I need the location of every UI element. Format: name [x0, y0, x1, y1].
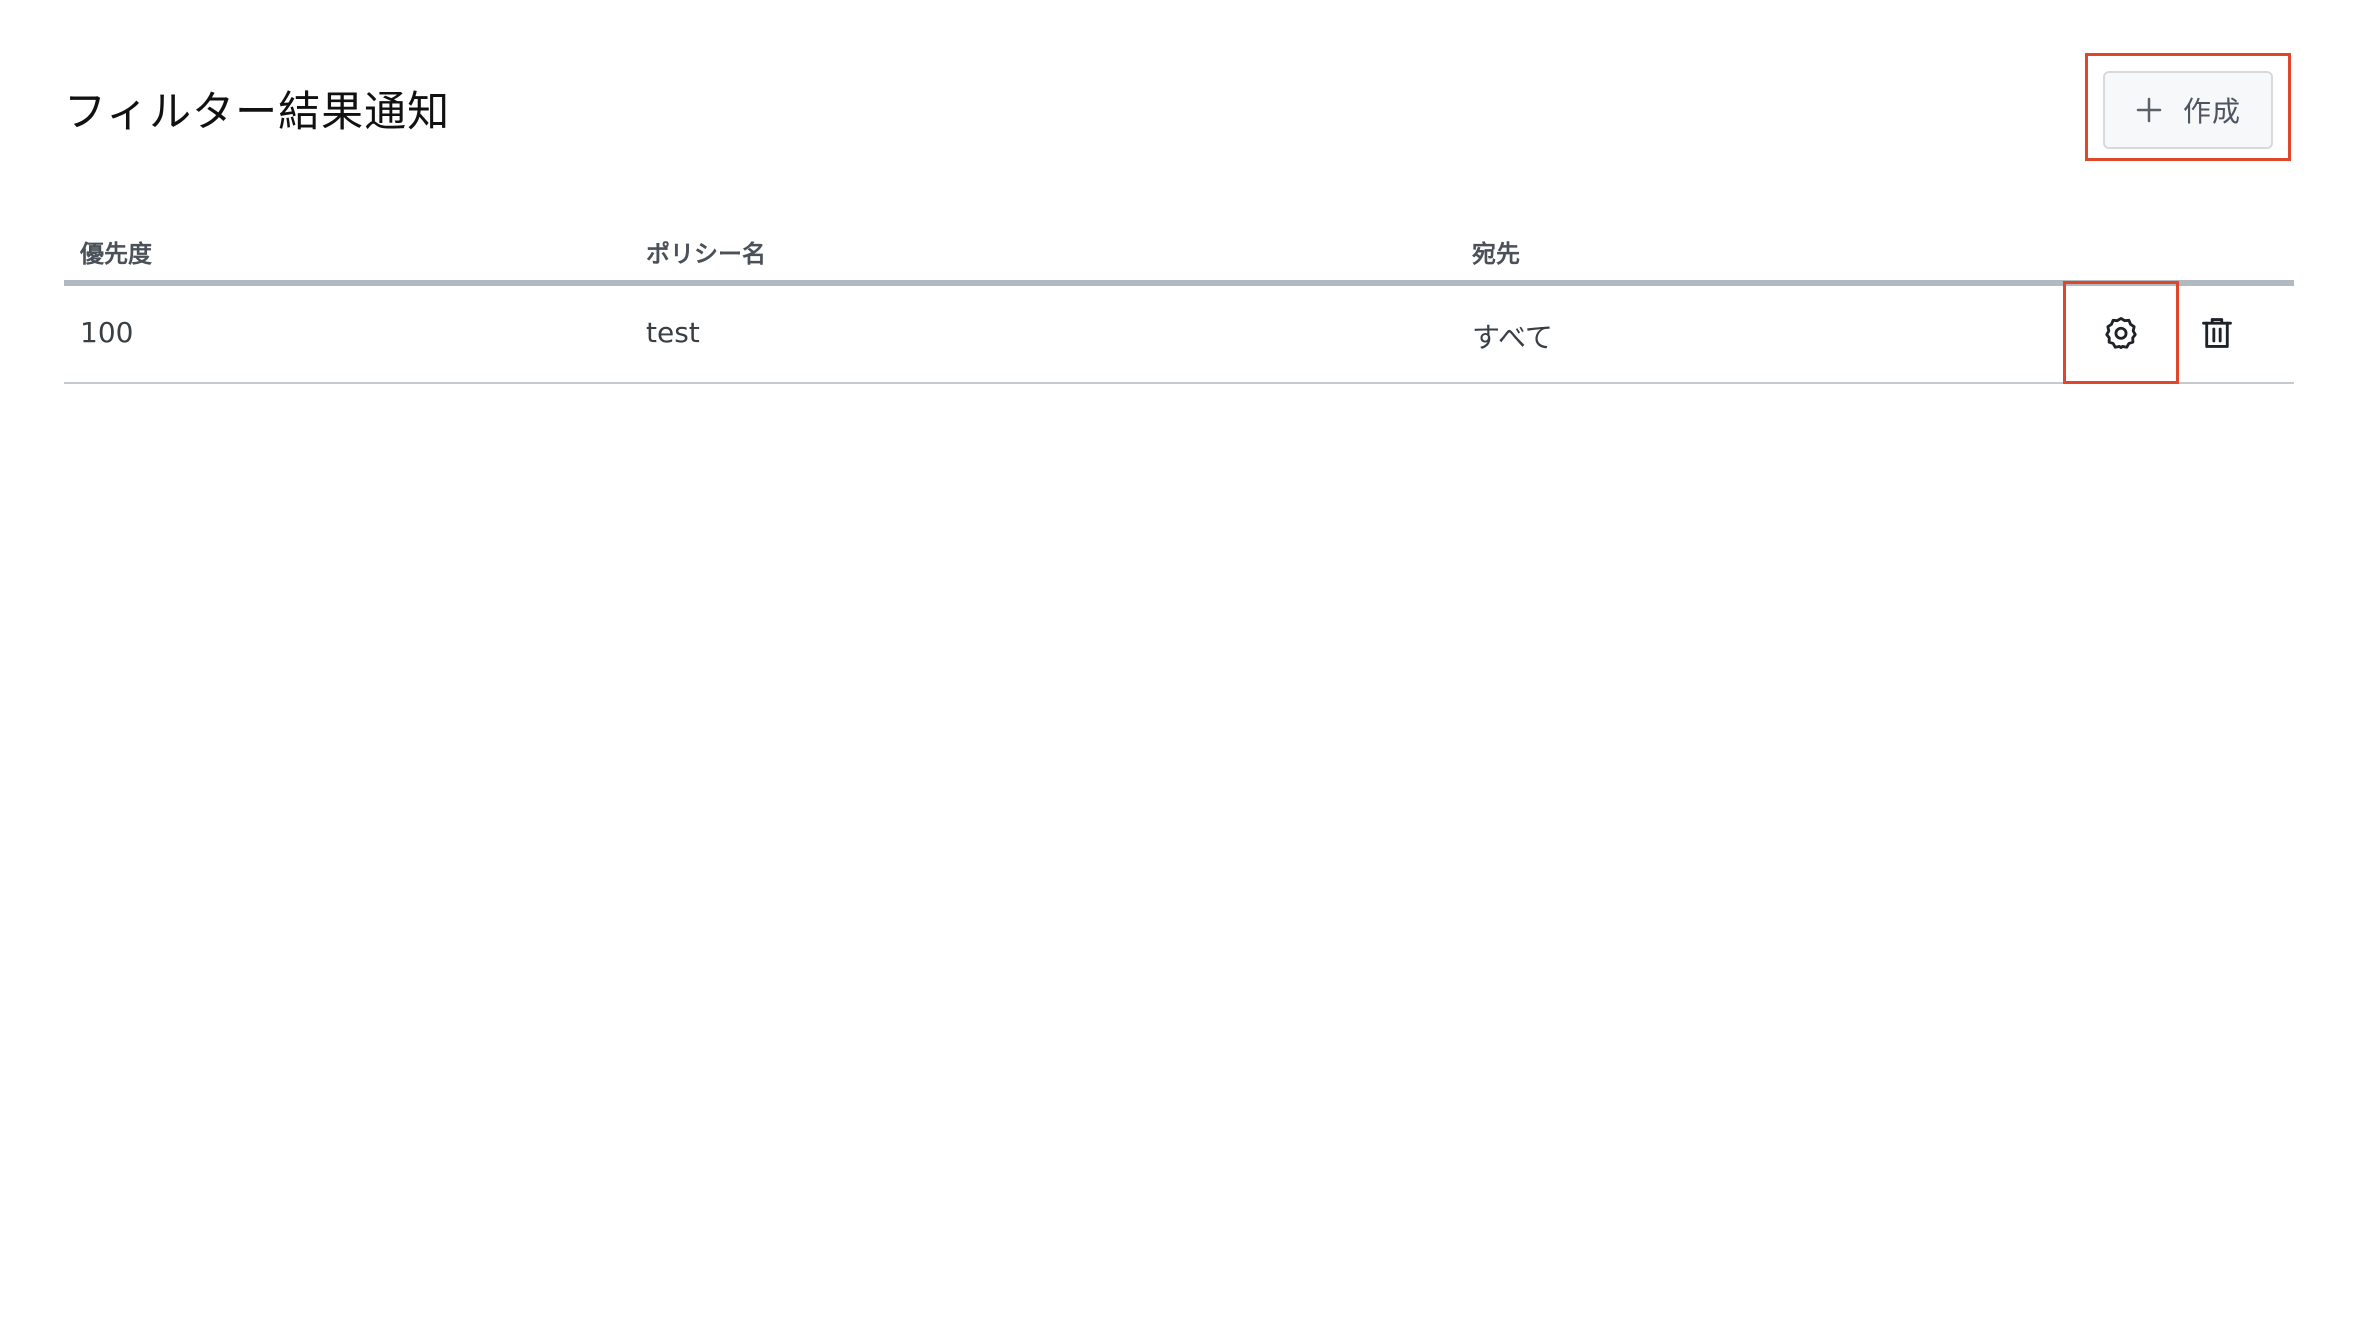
column-header-policy-name[interactable]: ポリシー名 — [646, 234, 766, 269]
filter-notification-page: フィルター結果通知 作成 優先度 ポリシー名 宛先 100 test すべて — [0, 0, 2358, 1318]
cell-priority: 100 — [80, 316, 134, 349]
table-header: 優先度 ポリシー名 宛先 — [64, 220, 2294, 286]
create-button-label: 作成 — [2182, 95, 2241, 128]
trash-icon — [2202, 318, 2232, 348]
table-row[interactable]: 100 test すべて — [64, 281, 2294, 384]
settings-button[interactable] — [2098, 310, 2144, 356]
delete-button[interactable] — [2194, 310, 2240, 356]
create-button[interactable]: 作成 — [2103, 71, 2273, 149]
gear-icon — [2105, 317, 2137, 349]
policy-table: 優先度 ポリシー名 宛先 100 test すべて — [64, 220, 2294, 384]
cell-policy-name: test — [646, 316, 700, 349]
column-header-priority[interactable]: 優先度 — [80, 234, 152, 269]
cell-destination: すべて — [1472, 321, 1553, 354]
plus-icon — [2136, 97, 2162, 123]
column-header-destination[interactable]: 宛先 — [1472, 234, 1520, 269]
page-title: フィルター結果通知 — [64, 87, 451, 136]
